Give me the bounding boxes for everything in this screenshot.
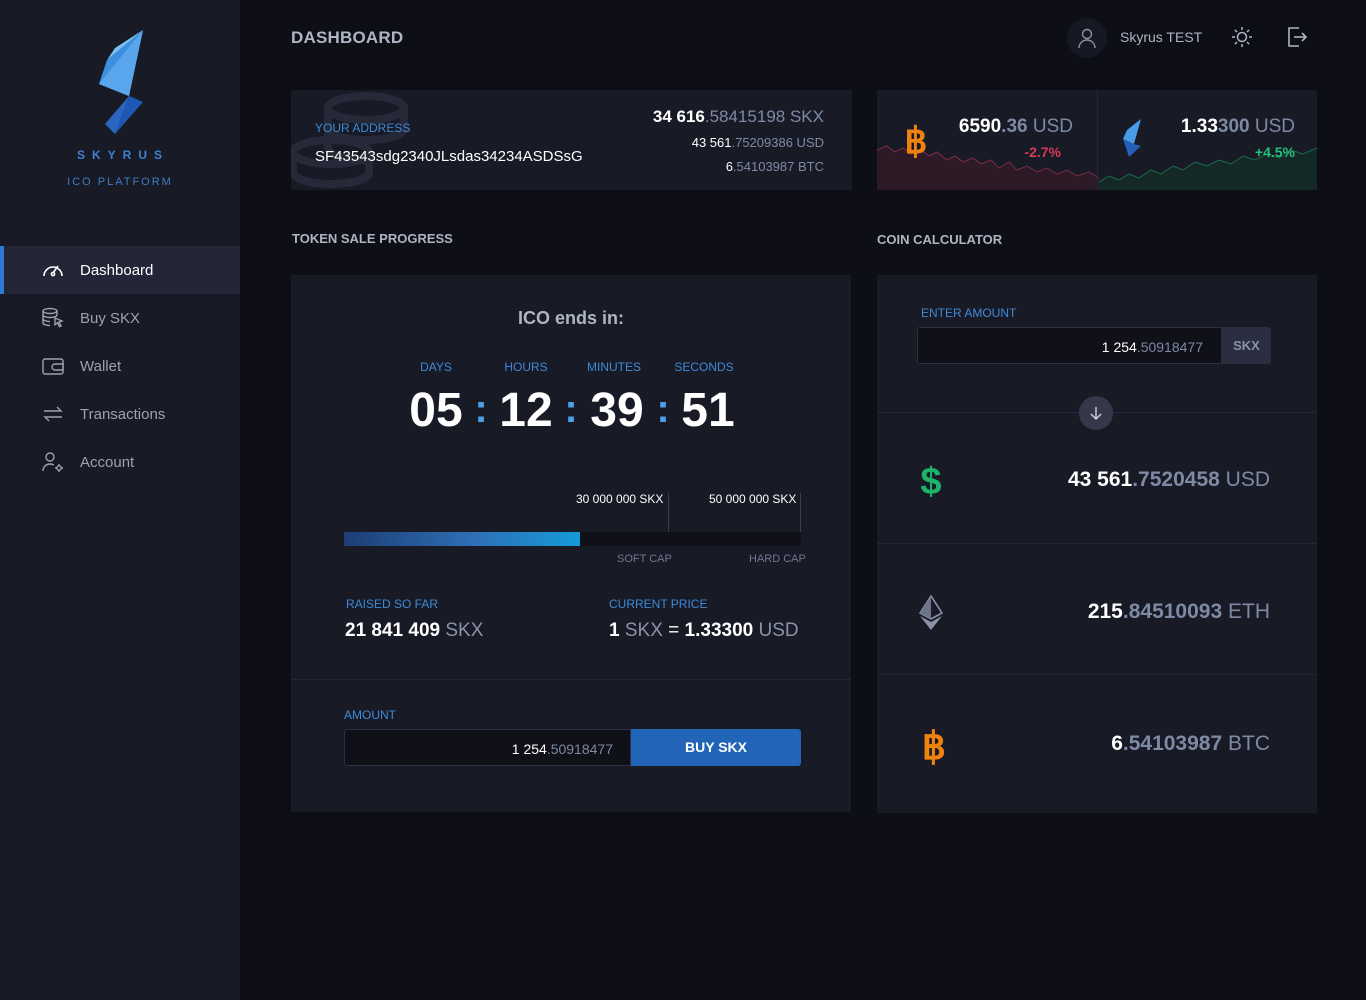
arrow-down-icon xyxy=(1090,407,1102,420)
calculator-divider xyxy=(877,674,1317,675)
calculator-divider xyxy=(877,543,1317,544)
balance-btc: 6.54103987 BTC xyxy=(725,159,824,174)
avatar[interactable] xyxy=(1067,18,1107,58)
theme-toggle-button[interactable] xyxy=(1230,25,1254,49)
token-sale-card: ICO ends in: DAYS HOURS MINUTES SECONDS … xyxy=(291,275,851,812)
logout-icon xyxy=(1288,27,1308,47)
result-usd: 43 561.7520458 USD xyxy=(1067,468,1270,491)
current-price-label: CURRENT PRICE xyxy=(609,597,708,611)
enter-amount-label: ENTER AMOUNT xyxy=(921,306,1017,320)
countdown-label-minutes: MINUTES xyxy=(587,360,641,374)
countdown-separator: : xyxy=(656,387,670,431)
current-price-value: 1 SKX = 1.33300 USD xyxy=(609,620,799,641)
coin-calculator-title: COIN CALCULATOR xyxy=(877,232,1003,247)
skyrus-coin-icon xyxy=(1123,119,1141,157)
skx-change: +4.5% xyxy=(1254,144,1295,160)
logout-button[interactable] xyxy=(1285,25,1309,49)
countdown-hours: 12 xyxy=(499,384,553,437)
balance-usd: 43 561.75209386 USD xyxy=(691,135,824,150)
brand-subtitle: ICO PLATFORM xyxy=(67,176,173,188)
sidebar-item-label: Buy SKX xyxy=(80,309,141,327)
address-card: YOUR ADDRESS SF43543sdg2340JLsdas34234AS… xyxy=(291,90,852,190)
sidebar-item-wallet[interactable]: Wallet xyxy=(0,342,240,390)
result-btc: 6.54103987 BTC xyxy=(1111,732,1270,755)
brand-name: SKYRUS xyxy=(76,148,169,162)
svg-text:฿: ฿ xyxy=(905,122,928,158)
countdown-seconds: 51 xyxy=(681,384,735,437)
bitcoin-icon: ฿ xyxy=(922,727,946,765)
sale-divider xyxy=(291,679,851,680)
balance-skx: 34 616.58415198 SKX xyxy=(652,107,824,126)
sidebar-item-label: Transactions xyxy=(80,405,166,423)
sun-icon xyxy=(1232,27,1252,47)
sidebar-nav: Dashboard Buy SKX Wallet Transactions Ac… xyxy=(0,246,240,486)
skyrus-logo-icon xyxy=(99,30,143,134)
countdown-minutes: 39 xyxy=(590,384,644,437)
svg-text:฿: ฿ xyxy=(922,727,946,765)
user-name[interactable]: Skyrus TEST xyxy=(1120,29,1202,45)
sidebar-item-dashboard[interactable]: Dashboard xyxy=(0,246,240,294)
countdown-separator: : xyxy=(474,387,488,431)
buy-skx-button[interactable]: BUY SKX xyxy=(631,729,801,766)
result-eth: 215.84510093 ETH xyxy=(1087,600,1270,623)
address-label: YOUR ADDRESS xyxy=(315,121,411,135)
sidebar-item-transactions[interactable]: Transactions xyxy=(0,390,240,438)
svg-text:$: $ xyxy=(920,462,941,500)
hard-cap-label: HARD CAP xyxy=(749,553,806,565)
countdown-days: 05 xyxy=(409,384,463,437)
wallet-icon xyxy=(40,355,66,377)
bitcoin-icon: ฿ xyxy=(905,122,928,158)
sale-progress-bar xyxy=(344,532,801,546)
sidebar-item-label: Dashboard xyxy=(80,261,154,279)
user-settings-icon xyxy=(40,451,66,473)
price-divider xyxy=(1097,90,1098,190)
brand-logo[interactable]: SKYRUS ICO PLATFORM xyxy=(0,28,240,188)
sidebar-item-buy-skx[interactable]: Buy SKX xyxy=(0,294,240,342)
soft-cap-label: SOFT CAP xyxy=(617,553,672,565)
coins-stack-icon xyxy=(291,92,408,189)
raised-label: RAISED SO FAR xyxy=(346,597,439,611)
btc-change: -2.7% xyxy=(1024,144,1061,160)
calculator-unit-select[interactable]: SKX xyxy=(1222,327,1271,364)
amount-label: AMOUNT xyxy=(344,708,396,722)
countdown-label-hours: HOURS xyxy=(504,360,548,374)
page-title: DASHBOARD xyxy=(291,28,404,47)
price-ticker-card: ฿ 6590.36 USD -2.7% 1.33300 USD +4.5% xyxy=(877,90,1317,190)
amount-input[interactable]: 1 254.50918477 xyxy=(344,729,631,766)
sidebar: SKYRUS ICO PLATFORM Dashboard Buy SKX Wa… xyxy=(0,0,240,1000)
ethereum-icon xyxy=(919,595,943,630)
dollar-icon: $ xyxy=(920,462,941,500)
coins-cursor-icon xyxy=(40,307,66,329)
dashboard-gauge-icon xyxy=(40,259,66,281)
sidebar-item-label: Wallet xyxy=(80,357,122,375)
btc-price: 6590.36 USD xyxy=(958,116,1073,137)
raised-value: 21 841 409 SKX xyxy=(345,620,484,641)
wallet-address[interactable]: SF43543sdg2340JLsdas34234ASDSsG xyxy=(315,148,583,165)
calculator-amount-input[interactable]: 1 254.50918477 xyxy=(917,327,1222,364)
hard-cap-amount: 50 000 000 SKX xyxy=(709,492,797,506)
skx-price: 1.33300 USD xyxy=(1180,116,1295,137)
sale-progress-fill xyxy=(344,532,580,546)
countdown-label-days: DAYS xyxy=(420,360,452,374)
arrows-exchange-icon xyxy=(40,403,66,425)
countdown-separator: : xyxy=(564,387,578,431)
ico-countdown-title: ICO ends in: xyxy=(517,308,624,328)
token-sale-title: TOKEN SALE PROGRESS xyxy=(292,231,453,246)
countdown-label-seconds: SECONDS xyxy=(674,360,734,374)
convert-button[interactable] xyxy=(1079,396,1113,430)
sidebar-item-account[interactable]: Account xyxy=(0,438,240,486)
user-icon xyxy=(1078,28,1096,49)
sidebar-item-label: Account xyxy=(80,453,135,471)
coin-calculator-card: ENTER AMOUNT 1 254.50918477 SKX $ 43 561… xyxy=(877,275,1317,813)
soft-cap-amount: 30 000 000 SKX xyxy=(576,492,664,506)
